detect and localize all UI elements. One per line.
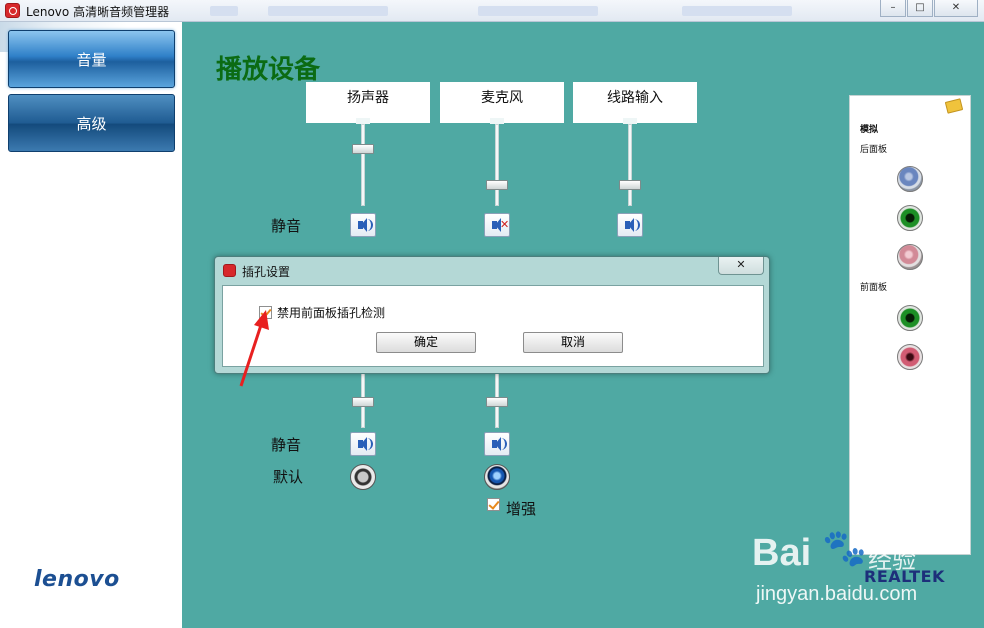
muted-x-icon: ✕ [500, 218, 510, 231]
lower-left-mute-button[interactable] [350, 432, 376, 456]
speaker-volume-thumb[interactable] [352, 144, 374, 154]
sound-wave-icon [367, 219, 373, 231]
jack-settings-dialog: 插孔设置 ✕ 禁用前面板插孔检测 确定 取消 [214, 256, 770, 374]
watermark-url: jingyan.baidu.com [756, 583, 918, 605]
app-icon [5, 3, 20, 18]
sidebar-item-volume[interactable]: 音量 [8, 30, 175, 88]
enhance-checkbox[interactable] [487, 498, 500, 511]
rear-jack-pink-icon[interactable] [897, 244, 923, 270]
default-device-radio-left[interactable] [350, 464, 376, 490]
title-bar-ghost [478, 6, 598, 16]
device-name: 扬声器 [347, 90, 389, 106]
lower-left-volume-thumb[interactable] [352, 397, 374, 407]
dialog-title: 插孔设置 [242, 265, 291, 279]
sound-wave-icon [367, 438, 373, 450]
annotation-arrow-icon [239, 310, 269, 387]
enhance-label: 增强 [506, 500, 537, 518]
page-title: 播放设备 [216, 55, 321, 85]
rear-panel-heading: 后面板 [860, 145, 888, 155]
watermark-paw-icon: 🐾 [822, 528, 867, 569]
speaker-icon [358, 437, 367, 451]
analog-heading: 模拟 [860, 125, 879, 135]
line-in-volume-track[interactable] [628, 124, 632, 206]
folder-icon[interactable] [944, 98, 964, 114]
lower-mute-label: 静音 [271, 436, 302, 454]
watermark-baidu: Bai [752, 532, 812, 574]
close-window-button[interactable]: ✕ [934, 0, 978, 17]
ok-button[interactable]: 确定 [376, 332, 476, 353]
dialog-app-icon [223, 264, 236, 277]
line-in-volume-thumb[interactable] [619, 180, 641, 190]
speaker-icon [492, 437, 501, 451]
mute-label: 静音 [271, 217, 302, 235]
sidebar-item-label: 音量 [76, 51, 107, 69]
front-jack-green-icon[interactable] [897, 305, 923, 331]
speaker-volume-track[interactable] [361, 124, 365, 206]
speaker-icon [625, 218, 634, 232]
speaker-mute-button[interactable] [350, 213, 376, 237]
device-label-speaker[interactable]: 扬声器 [306, 82, 430, 123]
window-title: Lenovo 高清晰音频管理器 [26, 5, 170, 19]
sidebar-item-label: 高级 [76, 115, 107, 133]
sidebar: 音量 高级 lenovo [0, 22, 182, 628]
mic-volume-thumb[interactable] [486, 180, 508, 190]
speaker-icon [358, 218, 367, 232]
title-bar-ghost [268, 6, 388, 16]
default-label: 默认 [273, 468, 304, 486]
sound-wave-icon [634, 219, 640, 231]
title-bar-ghost [682, 6, 792, 16]
device-name: 线路输入 [607, 90, 663, 106]
mic-volume-track[interactable] [495, 124, 499, 206]
front-jack-pink-icon[interactable] [897, 344, 923, 370]
speaker-icon [492, 218, 501, 232]
sidebar-item-advanced[interactable]: 高级 [8, 94, 175, 152]
mic-mute-button[interactable]: ✕ [484, 213, 510, 237]
maximize-button[interactable]: □ [907, 0, 933, 17]
device-label-microphone[interactable]: 麦克风 [440, 82, 564, 123]
dialog-close-button[interactable]: ✕ [718, 257, 764, 275]
sound-wave-icon [501, 438, 507, 450]
rear-jack-green-icon[interactable] [897, 205, 923, 231]
title-bar: Lenovo 高清晰音频管理器 – □ ✕ [0, 0, 984, 22]
minimize-button[interactable]: – [880, 0, 906, 17]
front-panel-heading: 前面板 [860, 283, 888, 293]
device-name: 麦克风 [481, 90, 523, 106]
dialog-body: 禁用前面板插孔检测 确定 取消 [222, 285, 764, 367]
lower-right-volume-thumb[interactable] [486, 397, 508, 407]
cancel-button[interactable]: 取消 [523, 332, 623, 353]
title-bar-ghost [210, 6, 238, 16]
disable-front-jack-detection-label[interactable]: 禁用前面板插孔检测 [277, 304, 385, 321]
watermark-jingyan: 经验 [868, 546, 916, 574]
device-label-line-in[interactable]: 线路输入 [573, 82, 697, 123]
connector-panel: 模拟 后面板 前面板 [849, 95, 971, 555]
line-in-mute-button[interactable] [617, 213, 643, 237]
lenovo-logo: lenovo [34, 567, 120, 592]
lower-right-mute-button[interactable] [484, 432, 510, 456]
default-device-radio-right[interactable] [484, 464, 510, 490]
rear-jack-blue-icon[interactable] [897, 166, 923, 192]
